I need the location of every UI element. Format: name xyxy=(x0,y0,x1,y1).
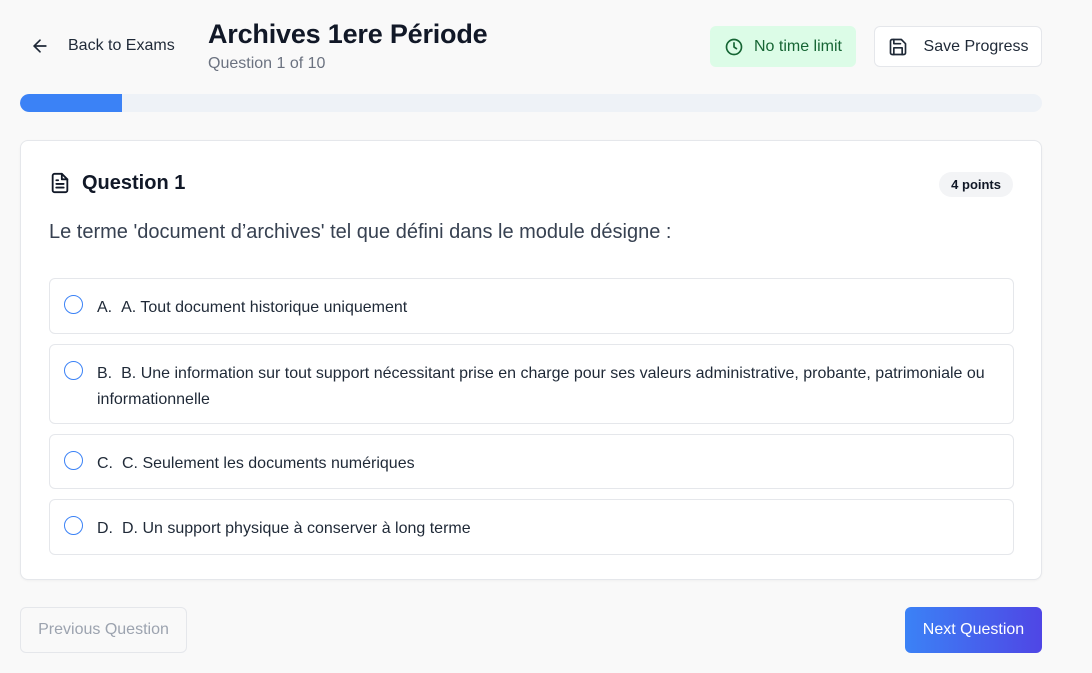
radio-button[interactable] xyxy=(64,516,83,535)
option-letter: C. xyxy=(97,455,113,472)
option-text: B. Une information sur tout support néce… xyxy=(97,365,985,408)
option-letter: A. xyxy=(97,299,113,316)
question-title: Question 1 xyxy=(82,171,186,194)
option-text: C. Seulement les documents numériques xyxy=(122,455,415,472)
time-limit-badge: No time limit xyxy=(710,26,856,67)
page-title: Archives 1ere Période xyxy=(208,19,488,49)
question-header: Question 1 xyxy=(49,171,185,195)
answer-option-d[interactable]: D. D. Un support physique à conserver à l… xyxy=(49,499,1014,555)
document-icon xyxy=(51,172,69,194)
save-progress-button[interactable]: Save Progress xyxy=(874,26,1042,67)
previous-question-button[interactable]: Previous Question xyxy=(20,607,187,653)
progress-fill xyxy=(20,94,123,112)
back-to-exams-button[interactable]: Back to Exams xyxy=(30,30,175,62)
answer-option-c[interactable]: C. C. Seulement les documents numériques xyxy=(49,434,1014,489)
clock-icon xyxy=(725,38,743,55)
radio-button[interactable] xyxy=(64,451,83,470)
question-text: Le terme 'document d’archives' tel que d… xyxy=(49,221,672,243)
save-icon xyxy=(889,38,906,55)
answer-option-a[interactable]: A. A. Tout document historique uniquement xyxy=(49,278,1014,334)
answer-option-b[interactable]: B. B. Une information sur tout support né… xyxy=(49,344,1014,424)
points-badge: 4 points xyxy=(939,172,1013,197)
time-limit-label: No time limit xyxy=(753,37,842,55)
option-letter: D. xyxy=(97,520,113,537)
option-text: D. Un support physique à conserver à lon… xyxy=(122,520,471,537)
option-letter: B. xyxy=(97,365,113,382)
title-block: Archives 1ere Période Question 1 of 10 xyxy=(208,18,488,73)
option-text: A. Tout document historique uniquement xyxy=(121,299,408,316)
next-question-button[interactable]: Next Question xyxy=(905,607,1042,653)
arrow-left-icon xyxy=(33,39,47,53)
progress-bar xyxy=(20,94,1042,112)
answer-options: A. A. Tout document historique uniquement… xyxy=(49,278,1014,565)
question-counter: Question 1 of 10 xyxy=(208,55,326,72)
save-progress-label: Save Progress xyxy=(923,37,1029,55)
question-card: Question 1 4 points Le terme 'document d… xyxy=(20,140,1042,580)
back-to-exams-label: Back to Exams xyxy=(68,37,175,54)
radio-button[interactable] xyxy=(64,361,83,380)
radio-button[interactable] xyxy=(64,295,83,314)
header: Back to Exams Archives 1ere Période Ques… xyxy=(0,0,1092,90)
